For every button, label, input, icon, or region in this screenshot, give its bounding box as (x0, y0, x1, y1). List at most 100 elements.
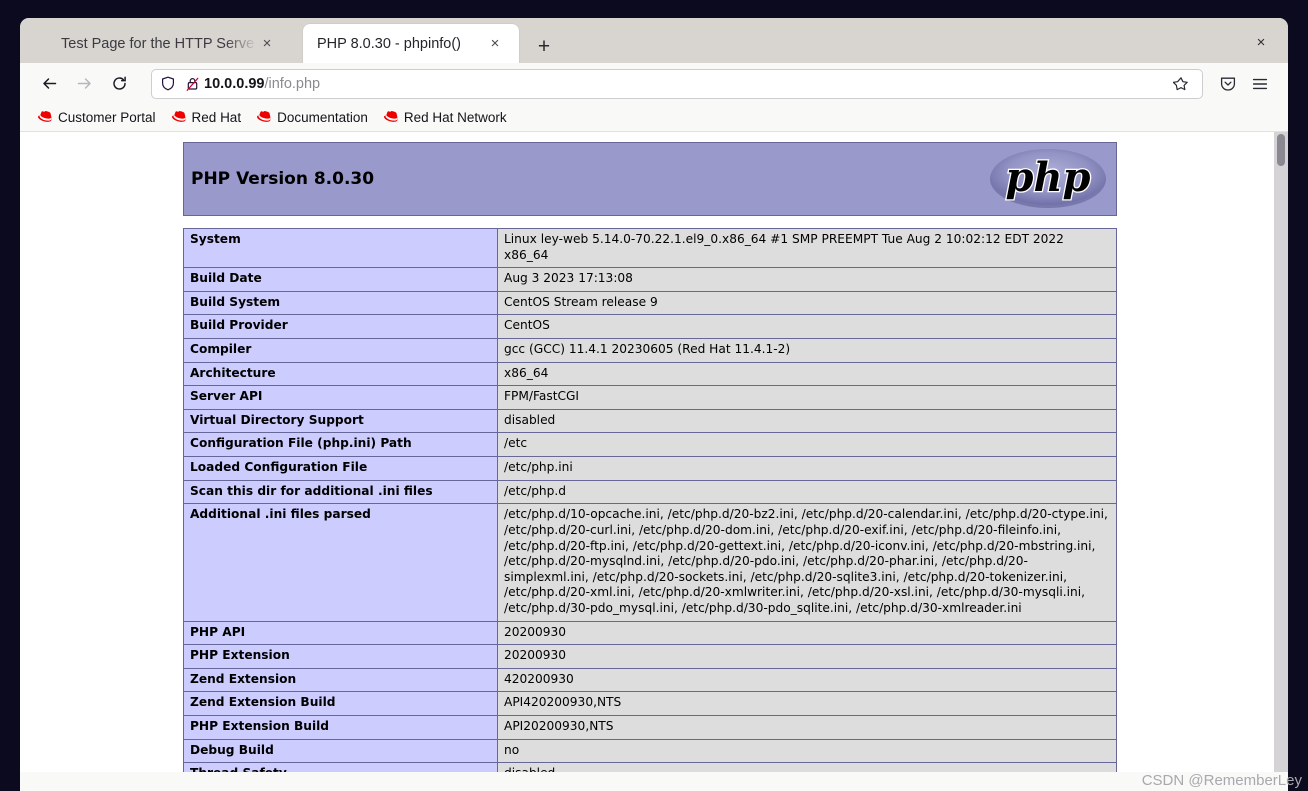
row-key: Configuration File (php.ini) Path (183, 432, 498, 458)
bookmarks-bar: Customer Portal Red Hat Documentation Re… (20, 104, 1288, 132)
row-value: x86_64 (497, 361, 1117, 387)
table-row: Scan this dir for additional .ini files /… (183, 479, 1117, 505)
phpinfo-table: System Linux ley-web 5.14.0-70.22.1.el9_0… (183, 227, 1117, 772)
navigation-toolbar: 10.0.0.99/info.php (20, 63, 1288, 104)
row-key: Zend Extension (183, 667, 498, 693)
tab-test-page[interactable]: Test Page for the HTTP Serve × (47, 24, 292, 63)
row-value: disabled (497, 408, 1117, 434)
tab-close-icon[interactable]: × (485, 34, 505, 54)
php-version-banner: PHP Version 8.0.30 php (183, 142, 1117, 216)
url-text: 10.0.0.99/info.php (204, 76, 1169, 92)
row-value: 20200930 (497, 620, 1117, 646)
bookmark-documentation[interactable]: Documentation (249, 106, 376, 130)
row-key: Zend Extension Build (183, 691, 498, 717)
row-key: Loaded Configuration File (183, 456, 498, 481)
table-row: Virtual Directory Support disabled (183, 408, 1117, 434)
tab-strip: Test Page for the HTTP Serve × PHP 8.0.3… (20, 18, 1288, 63)
table-row: Compiler gcc (GCC) 11.4.1 20230605 (Red H… (183, 338, 1117, 363)
row-value: gcc (GCC) 11.4.1 20230605 (Red Hat 11.4.… (497, 338, 1117, 363)
tab-close-icon[interactable]: × (257, 34, 277, 54)
table-row: PHP Extension Build API20200930,NTS (183, 715, 1117, 740)
url-path: /info.php (264, 75, 321, 92)
redhat-icon (38, 111, 53, 124)
row-value: /etc (497, 432, 1117, 458)
table-row: Thread Safetydisabled (183, 762, 1117, 772)
row-key: Compiler (183, 338, 498, 363)
row-key: Virtual Directory Support (183, 408, 498, 434)
row-value: CentOS Stream release 9 (497, 290, 1117, 316)
bookmark-red-hat[interactable]: Red Hat (164, 106, 250, 130)
row-value: FPM/FastCGI (497, 385, 1117, 410)
lock-crossed-out-icon[interactable] (180, 76, 204, 92)
bookmark-label: Red Hat Network (403, 110, 507, 125)
tab-label: PHP 8.0.30 - phpinfo() (317, 35, 462, 52)
desktop-background: Test Page for the HTTP Serve × PHP 8.0.3… (0, 0, 1308, 791)
row-key: Debug Build (183, 738, 498, 764)
row-key: System (183, 227, 498, 269)
browser-window: Test Page for the HTTP Serve × PHP 8.0.3… (20, 18, 1288, 791)
row-key: Thread Safety (183, 762, 498, 772)
new-tab-button[interactable]: + (531, 33, 557, 59)
table-row: Zend Extension Build API420200930,NTS (183, 691, 1117, 717)
table-row: Zend Extension 420200930 (183, 667, 1117, 693)
table-row: PHP API 20200930 (183, 620, 1117, 646)
row-value: /etc/php.d (497, 479, 1117, 505)
table-row: Additional .ini files parsed/etc/php.d/1… (183, 503, 1117, 622)
table-row: Loaded Configuration File/etc/php.ini (183, 456, 1117, 481)
bookmark-red-hat-network[interactable]: Red Hat Network (376, 106, 515, 130)
row-key: Build Provider (183, 314, 498, 340)
phpinfo-page: PHP Version 8.0.30 php System Linux ley-… (20, 132, 1280, 772)
window-close-button[interactable]: × (1248, 29, 1274, 55)
row-value: 20200930 (497, 644, 1117, 669)
row-value: API420200930,NTS (497, 691, 1117, 717)
php-logo: php (988, 146, 1108, 215)
row-value: /etc/php.d/10-opcache.ini, /etc/php.d/20… (497, 503, 1117, 622)
table-row: Server API FPM/FastCGI (183, 385, 1117, 410)
url-host: 10.0.0.99 (204, 75, 265, 92)
page-viewport: PHP Version 8.0.30 php System Linux ley-… (20, 132, 1288, 772)
row-value: 420200930 (497, 667, 1117, 693)
bookmark-label: Red Hat (191, 110, 242, 125)
reload-icon[interactable] (104, 69, 134, 99)
watermark: CSDN @RememberLey (1141, 772, 1302, 789)
address-bar[interactable]: 10.0.0.99/info.php (151, 68, 1203, 99)
table-row: PHP Extension 20200930 (183, 644, 1117, 669)
row-key: PHP API (183, 620, 498, 646)
vertical-scrollbar[interactable] (1274, 132, 1288, 772)
svg-text:php: php (1005, 154, 1090, 201)
back-arrow-icon[interactable] (34, 69, 64, 99)
row-value: Linux ley-web 5.14.0-70.22.1.el9_0.x86_6… (497, 227, 1117, 269)
table-row: Debug Build no (183, 738, 1117, 764)
table-row: Architecture x86_64 (183, 361, 1117, 387)
redhat-icon (257, 111, 272, 124)
row-value: CentOS (497, 314, 1117, 340)
table-row: Build Date Aug 3 2023 17:13:08 (183, 267, 1117, 292)
page-title: PHP Version 8.0.30 (191, 169, 375, 189)
row-value: disabled (497, 762, 1117, 772)
bookmark-customer-portal[interactable]: Customer Portal (30, 106, 164, 130)
row-key: Additional .ini files parsed (183, 503, 498, 622)
row-value: /etc/php.ini (497, 456, 1117, 481)
pocket-save-icon[interactable] (1214, 70, 1242, 98)
redhat-icon (171, 111, 187, 124)
bookmark-label: Customer Portal (58, 110, 156, 125)
row-key: Build Date (183, 267, 498, 292)
table-row: Configuration File (php.ini) Path/etc (183, 432, 1117, 458)
shield-icon[interactable] (161, 76, 180, 91)
forward-arrow-icon (69, 69, 99, 99)
row-key: PHP Extension Build (183, 715, 498, 740)
redhat-icon (383, 111, 399, 124)
row-key: PHP Extension (183, 644, 498, 669)
bookmark-star-icon[interactable] (1169, 76, 1193, 92)
row-value: Aug 3 2023 17:13:08 (497, 267, 1117, 292)
tab-label: Test Page for the HTTP Serve (61, 35, 255, 52)
row-key: Build System (183, 290, 498, 316)
hamburger-menu-icon[interactable] (1246, 70, 1274, 98)
table-row: Build Provider CentOS (183, 314, 1117, 340)
scrollbar-thumb[interactable] (1277, 134, 1285, 166)
tab-phpinfo[interactable]: PHP 8.0.30 - phpinfo() × (303, 24, 519, 63)
row-key: Server API (183, 385, 498, 410)
row-key: Architecture (183, 361, 498, 387)
phpinfo-table-body: System Linux ley-web 5.14.0-70.22.1.el9_0… (183, 227, 1117, 772)
bookmark-label: Documentation (277, 110, 368, 125)
